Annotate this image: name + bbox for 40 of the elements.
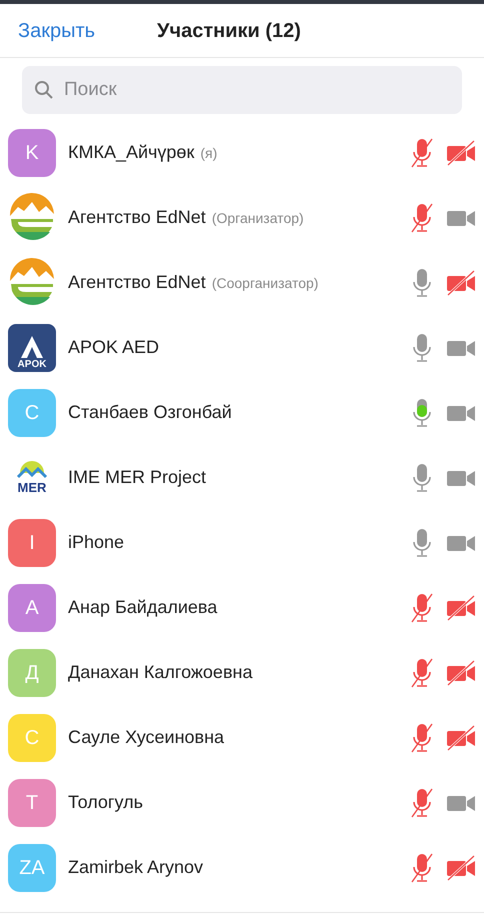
participant-row[interactable]: ZA Zamirbek Arynov <box>0 835 484 900</box>
avatar: K <box>8 128 56 176</box>
participant-row[interactable]: Агентство EdNet (Соорганизатор) <box>0 250 484 315</box>
avatar: I <box>8 518 56 566</box>
avatar: T <box>8 778 56 826</box>
search-field[interactable]: Поиск <box>22 66 462 114</box>
participant-name: Станбаев Озгонбай <box>68 401 232 424</box>
avatar: C <box>8 388 56 436</box>
participant-row[interactable]: Агентство EdNet (Организатор) <box>0 185 484 250</box>
participant-name: APOK AED <box>68 336 160 359</box>
close-button[interactable]: Закрыть <box>18 16 96 46</box>
participant-role: (Организатор) <box>212 209 304 228</box>
participant-role: (Соорганизатор) <box>212 274 318 293</box>
participant-row[interactable]: T Тологуль <box>0 770 484 835</box>
participant-row[interactable]: K КМКА_Айчүрөк (я) <box>0 120 484 185</box>
participant-row[interactable]: Д Данахан Калгожоевна <box>0 640 484 705</box>
participant-name: Данахан Калгожоевна <box>68 661 252 684</box>
participant-name: iPhone <box>68 531 124 554</box>
screen-title: Участники (12) <box>157 18 301 44</box>
participant-name: КМКА_Айчүрөк <box>68 141 194 164</box>
participant-name: Zamirbek Arynov <box>68 856 204 879</box>
logo-icon: APOK <box>8 324 56 372</box>
participant-row[interactable]: I iPhone <box>0 510 484 575</box>
avatar: ZA <box>8 844 56 892</box>
participant-name: Тологуль <box>68 791 143 814</box>
participant-row[interactable]: MER IME MER Project <box>0 445 484 510</box>
avatar: C <box>8 714 56 762</box>
avatar: Д <box>8 648 56 696</box>
participant-row[interactable]: A Анар Байдалиева <box>0 575 484 640</box>
participant-row[interactable]: APOK APOK AED <box>0 315 484 380</box>
search-icon <box>34 80 54 100</box>
participant-name: Агентство EdNet <box>68 271 206 294</box>
avatar: A <box>8 584 56 632</box>
participant-name: IME MER Project <box>68 466 206 489</box>
participant-row[interactable]: C Станбаев Озгонбай <box>0 380 484 445</box>
participant-name: Сауле Хусеиновна <box>68 726 224 749</box>
participant-name: Анар Байдалиева <box>68 596 218 619</box>
participant-name: Агентство EdNet <box>68 206 206 229</box>
participant-role: (я) <box>200 144 218 163</box>
participant-row[interactable]: C Сауле Хусеиновна <box>0 705 484 770</box>
